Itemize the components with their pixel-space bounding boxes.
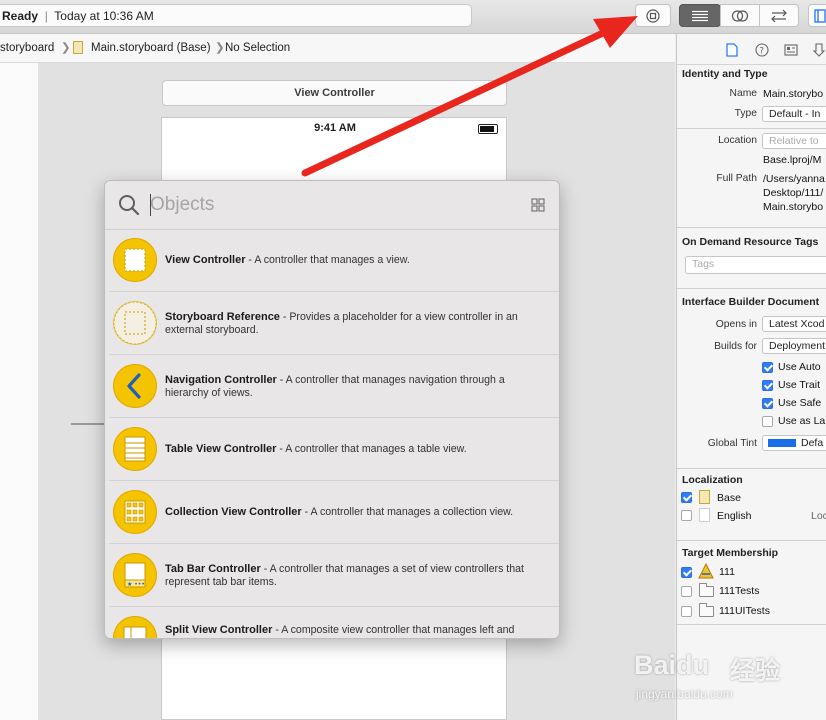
app-target-icon — [698, 563, 714, 579]
target-111-checkbox[interactable] — [681, 567, 692, 578]
watermark-cn: 经验 — [730, 657, 781, 685]
name-label: Name — [729, 88, 757, 99]
tags-field[interactable]: Tags — [685, 256, 826, 274]
use-auto-checkbox[interactable] — [762, 362, 773, 373]
location-label: Location — [718, 135, 757, 146]
name-value: Main.storybo — [763, 88, 824, 100]
inspector-tab-bar: ? — [677, 34, 826, 65]
full-path-line-3: Main.storybo — [763, 201, 824, 213]
target-111uitests-label: 111UITests — [719, 605, 770, 617]
inspector-panel: ? Identity and Type Name Main.storybo Ty… — [676, 34, 826, 720]
watermark-brand: Baidu — [634, 650, 710, 680]
target-111-label: 111 — [719, 566, 735, 578]
svg-text:?: ? — [759, 47, 764, 57]
section-header-odr: On Demand Resource Tags — [682, 236, 819, 248]
section-header-identity: Identity and Type — [682, 68, 768, 80]
attributes-inspector-icon[interactable] — [813, 43, 825, 57]
strings-file-icon — [699, 508, 710, 522]
use-safe-label: Use Safe — [778, 397, 822, 409]
location-popup[interactable]: Relative to — [762, 133, 826, 149]
opens-in-popup[interactable]: Latest Xcod — [762, 316, 826, 332]
type-popup[interactable]: Default - In — [762, 106, 826, 122]
use-safe-checkbox[interactable] — [762, 398, 773, 409]
use-as-launch-checkbox[interactable] — [762, 416, 773, 427]
type-label: Type — [734, 108, 757, 119]
loc-english-label: English — [717, 510, 752, 522]
global-tint-value: Defa — [801, 437, 824, 449]
global-tint-popup[interactable]: Defa — [762, 435, 826, 451]
use-trait-checkbox[interactable] — [762, 380, 773, 391]
use-trait-label: Use Trait — [778, 379, 821, 391]
baidu-watermark: Baidu 经验 jingyan.baidu.com — [632, 650, 822, 710]
use-auto-label: Use Auto — [778, 361, 821, 373]
folder-icon — [699, 583, 714, 597]
section-header-target-membership: Target Membership — [682, 547, 779, 559]
storyboard-file-icon — [699, 490, 710, 504]
folder-icon — [699, 603, 714, 617]
file-inspector-icon[interactable] — [726, 43, 738, 57]
section-header-localization: Localization — [682, 474, 743, 486]
loc-english-checkbox[interactable] — [681, 510, 692, 521]
help-inspector-icon[interactable]: ? — [755, 43, 769, 57]
builds-for-popup[interactable]: Deployment — [762, 338, 826, 354]
loc-base-label: Base — [717, 492, 741, 504]
builds-for-label: Builds for — [714, 341, 757, 352]
loc-english-type: Loc — [811, 510, 826, 522]
use-as-launch-label: Use as La — [778, 415, 826, 427]
global-tint-label: Global Tint — [707, 438, 757, 449]
watermark-url: jingyan.baidu.com — [636, 687, 733, 701]
identity-inspector-icon[interactable] — [784, 44, 798, 56]
loc-base-checkbox[interactable] — [681, 492, 692, 503]
tint-swatch — [768, 439, 796, 447]
opens-in-label: Opens in — [715, 319, 757, 330]
location-path: Base.lproj/M — [763, 154, 822, 166]
target-111tests-label: 111Tests — [719, 585, 760, 597]
full-path-label: Full Path — [716, 173, 757, 184]
full-path-line-1: /Users/yanna — [763, 173, 825, 185]
target-111tests-checkbox[interactable] — [681, 586, 692, 597]
target-111uitests-checkbox[interactable] — [681, 606, 692, 617]
section-header-ib-document: Interface Builder Document — [682, 296, 820, 308]
full-path-line-2: Desktop/111/ — [763, 187, 824, 199]
